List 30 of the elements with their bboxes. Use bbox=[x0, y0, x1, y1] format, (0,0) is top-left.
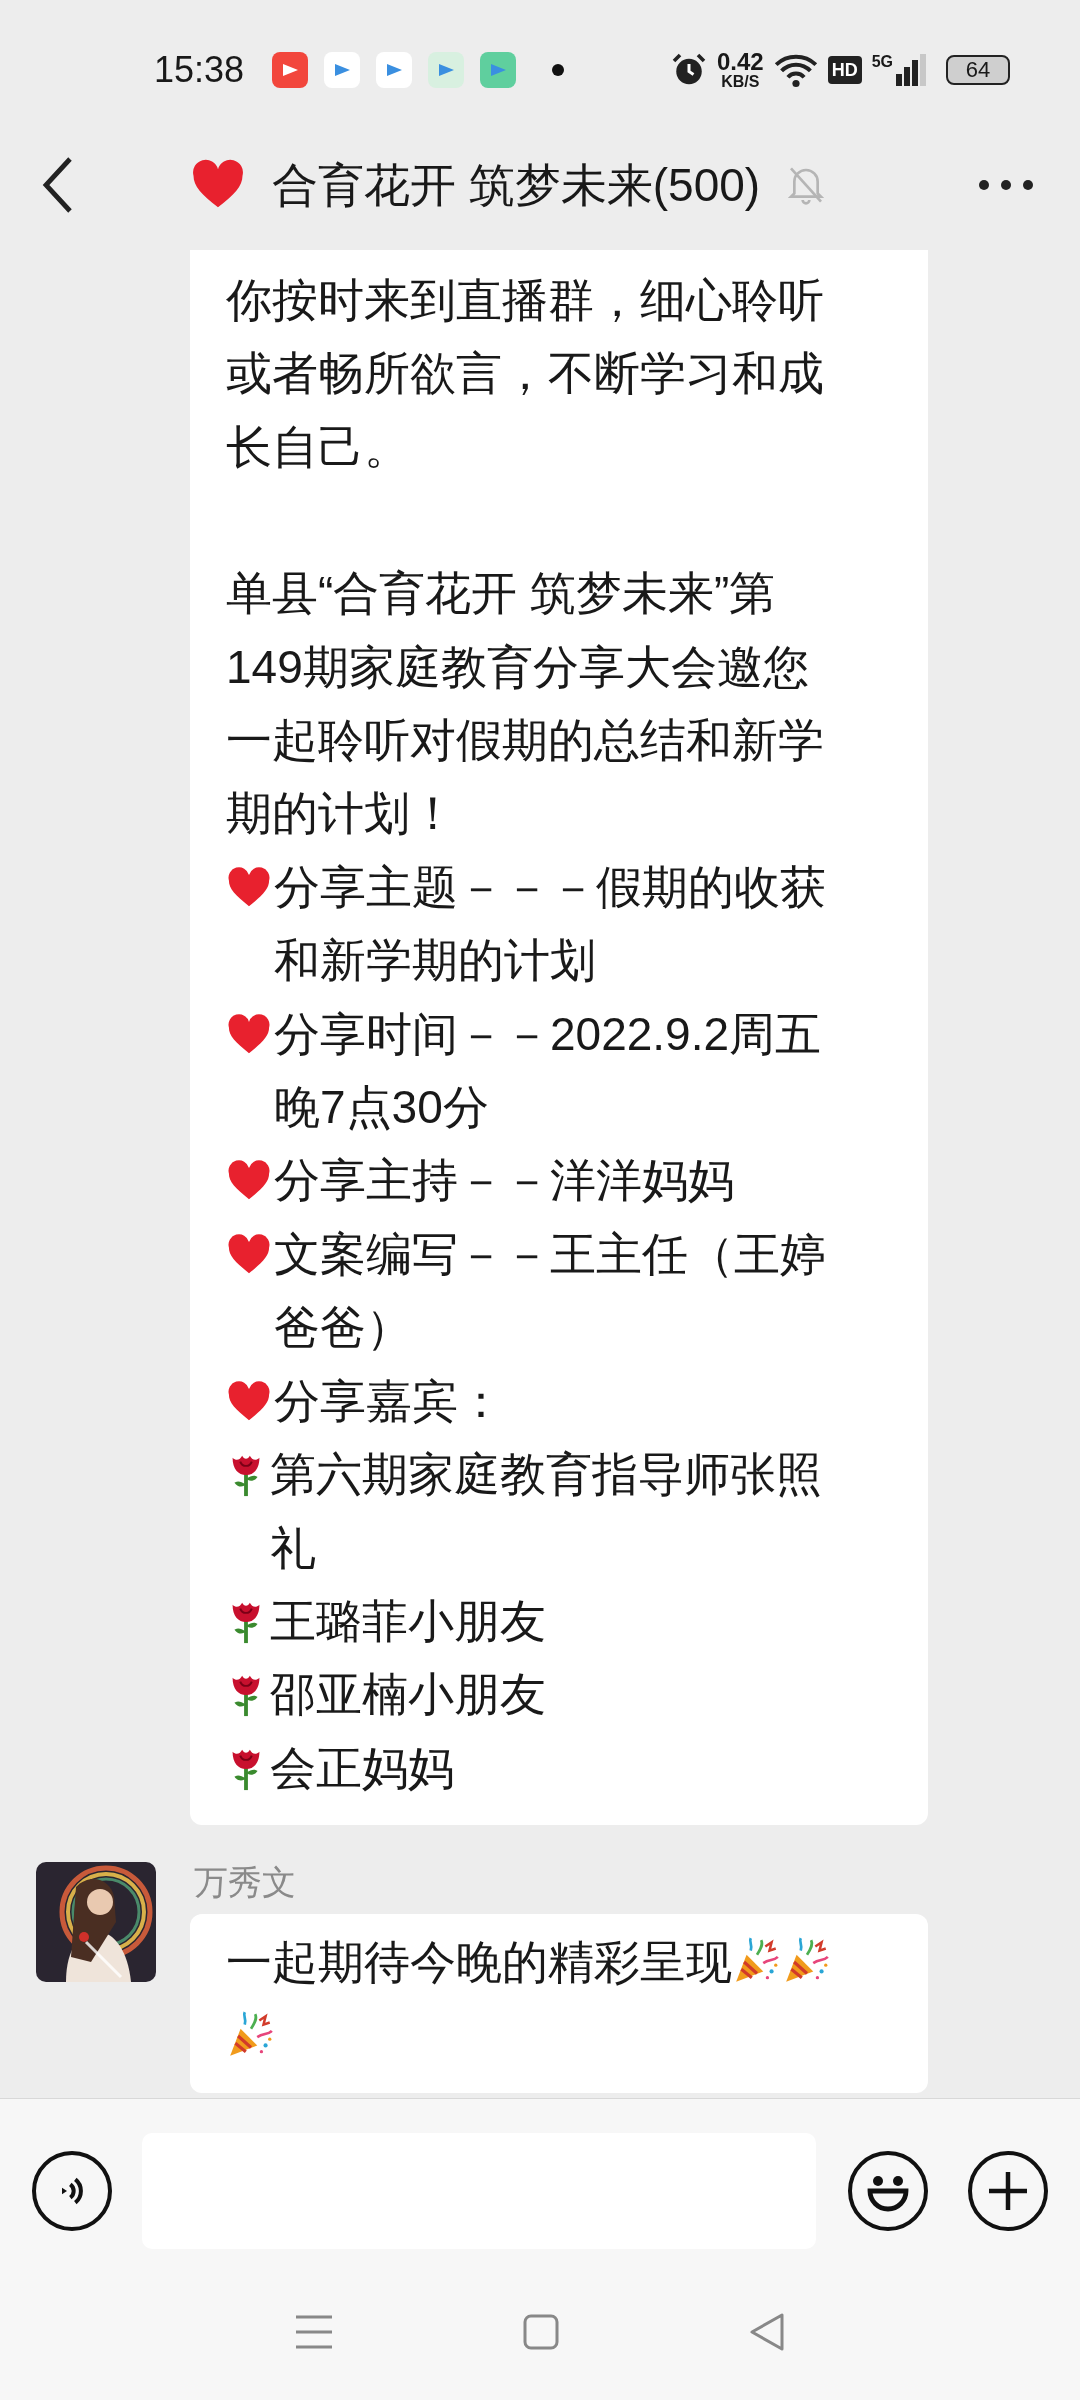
wifi-icon bbox=[773, 52, 818, 88]
back-nav-icon[interactable] bbox=[749, 2311, 785, 2352]
network-speed-unit: KB/S bbox=[721, 74, 760, 90]
message-line: 分享嘉宾： bbox=[274, 1373, 504, 1429]
dot-icon bbox=[552, 64, 565, 76]
message-line: 分享时间－－2022.9.2周五晚7点30分 bbox=[274, 1006, 823, 1136]
menu-icon[interactable] bbox=[295, 2313, 333, 2350]
message-line: 邵亚楠小朋友 bbox=[270, 1667, 546, 1723]
signal-icon bbox=[896, 54, 926, 86]
plus-icon bbox=[987, 2170, 1029, 2212]
message-text: 单县“合育花开 筑梦未来”第149期家庭教育分享大会邀您一起聆听对假期的总结和新学期的计划！ bbox=[226, 567, 824, 840]
message-line: 文案编写－－王主任（王婷爸爸） bbox=[274, 1226, 827, 1356]
emoji-button[interactable] bbox=[848, 2151, 928, 2231]
more-icon[interactable] bbox=[978, 179, 1034, 191]
message-text: 一起期待今晚的精彩呈现 bbox=[226, 1936, 732, 1989]
clock: 15:38 bbox=[154, 48, 245, 92]
hd-badge: HD bbox=[827, 56, 862, 84]
network-type: 5G bbox=[871, 54, 893, 70]
sender-name: 万秀文 bbox=[194, 1862, 297, 1903]
battery-indicator: 64 bbox=[946, 55, 1010, 85]
message-line: 分享主题－－－假期的收获和新学期的计划 bbox=[274, 859, 827, 989]
message-line: 会正妈妈 bbox=[270, 1740, 454, 1796]
message-text: 你按时来到直播群，细心聆听或者畅所欲言，不断学习和成长自己。 bbox=[226, 274, 824, 473]
message-line: 王璐菲小朋友 bbox=[270, 1593, 546, 1649]
message-line: 分享主持－－洋洋妈妈 bbox=[274, 1153, 734, 1209]
network-speed: 0.42 bbox=[716, 50, 764, 74]
message-line: 第六期家庭教育指导师张照礼 bbox=[270, 1447, 823, 1576]
add-button[interactable] bbox=[968, 2151, 1048, 2231]
home-icon[interactable] bbox=[523, 2313, 559, 2350]
voice-button[interactable] bbox=[32, 2151, 112, 2231]
